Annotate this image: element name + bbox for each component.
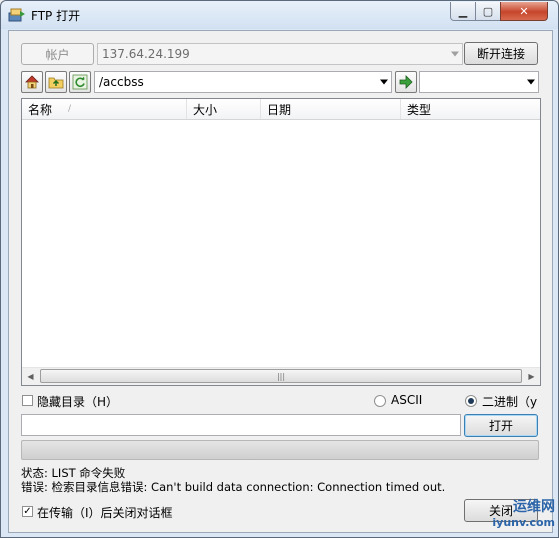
binary-radio[interactable] [465, 395, 477, 407]
open-button[interactable]: 打开 [464, 414, 538, 437]
maximize-icon: ▢ [482, 4, 494, 18]
home-icon [25, 75, 39, 89]
maximize-button[interactable]: ▢ [475, 2, 501, 21]
watermark-domain: iyunv.com [492, 515, 555, 529]
refresh-icon [72, 74, 88, 90]
column-size-label: 大小 [193, 102, 218, 117]
minimize-button[interactable]: ▁ [450, 2, 476, 21]
horizontal-scrollbar[interactable]: ◀ ||| ▶ [22, 367, 540, 385]
binary-label: 二进制（y [482, 395, 538, 409]
column-type-label: 类型 [407, 102, 432, 117]
filename-input[interactable] [21, 414, 461, 436]
path-value: /accbss [99, 75, 144, 89]
column-header-name[interactable]: 名称 / [22, 99, 187, 119]
checkmark-icon: ✓ [23, 505, 32, 517]
close-after-label: 在传输（I）后关闭对话框 [37, 506, 173, 520]
ftp-open-dialog: FTP 打开 ▁ ▢ ✕ 帐户 137.64.24.199 断开连接 /accb… [0, 0, 559, 538]
hide-dirs-checkbox[interactable] [22, 395, 33, 406]
window-title: FTP 打开 [31, 9, 81, 23]
home-button[interactable] [21, 71, 43, 93]
disconnect-button-label: 断开连接 [476, 47, 525, 61]
chevron-down-icon [380, 79, 388, 85]
watermark-title: 运维网 [513, 498, 555, 515]
hide-dirs-label: 隐藏目录（H） [37, 395, 119, 409]
error-line: 错误: 检索目录信息错误: Can't build data connectio… [21, 480, 446, 494]
go-button[interactable] [395, 71, 417, 93]
chevron-left-icon: ◀ [27, 371, 34, 381]
arrow-right-icon [399, 75, 413, 89]
column-header-date[interactable]: 日期 [261, 99, 401, 119]
dialog-body: 帐户 137.64.24.199 断开连接 /accbss 名称 / 大小 日期… [8, 30, 553, 533]
path-combo[interactable]: /accbss [94, 71, 392, 93]
ascii-label: ASCII [391, 393, 423, 407]
sort-indicator-icon: / [68, 104, 72, 114]
minimize-icon: ▁ [458, 4, 468, 18]
ascii-radio[interactable] [374, 395, 386, 407]
refresh-button[interactable] [69, 71, 91, 93]
open-button-label: 打开 [488, 419, 513, 433]
host-value: 137.64.24.199 [102, 47, 190, 61]
disconnect-button[interactable]: 断开连接 [464, 42, 538, 65]
account-button[interactable]: 帐户 [21, 43, 94, 65]
chevron-down-icon [451, 51, 459, 57]
grip-icon: ||| [276, 371, 286, 381]
close-after-checkbox[interactable]: ✓ [22, 506, 33, 517]
host-combo[interactable]: 137.64.24.199 [97, 43, 463, 65]
column-name-label: 名称 [28, 102, 53, 117]
up-folder-icon [48, 77, 64, 89]
filter-combo[interactable] [419, 71, 539, 93]
up-folder-button[interactable] [45, 71, 67, 93]
chevron-down-icon [527, 79, 535, 85]
watermark: 运维网 iyunv.com [460, 490, 555, 534]
scroll-left-button[interactable]: ◀ [22, 368, 39, 384]
close-icon: ✕ [519, 4, 529, 18]
close-window-button[interactable]: ✕ [500, 2, 548, 21]
scroll-right-button[interactable]: ▶ [523, 368, 540, 384]
transfer-progress-bar [21, 440, 539, 460]
account-button-label: 帐户 [45, 47, 70, 62]
column-header-size[interactable]: 大小 [187, 99, 261, 119]
file-list-header: 名称 / 大小 日期 类型 [22, 99, 540, 120]
scrollbar-thumb[interactable]: ||| [40, 369, 522, 383]
file-list[interactable]: 名称 / 大小 日期 类型 ◀ ||| ▶ [21, 98, 541, 386]
column-date-label: 日期 [267, 102, 292, 117]
chevron-right-icon: ▶ [528, 371, 535, 381]
column-header-type[interactable]: 类型 [401, 99, 540, 119]
ftp-app-icon [8, 7, 26, 23]
title-bar[interactable]: FTP 打开 ▁ ▢ ✕ [1, 1, 558, 29]
